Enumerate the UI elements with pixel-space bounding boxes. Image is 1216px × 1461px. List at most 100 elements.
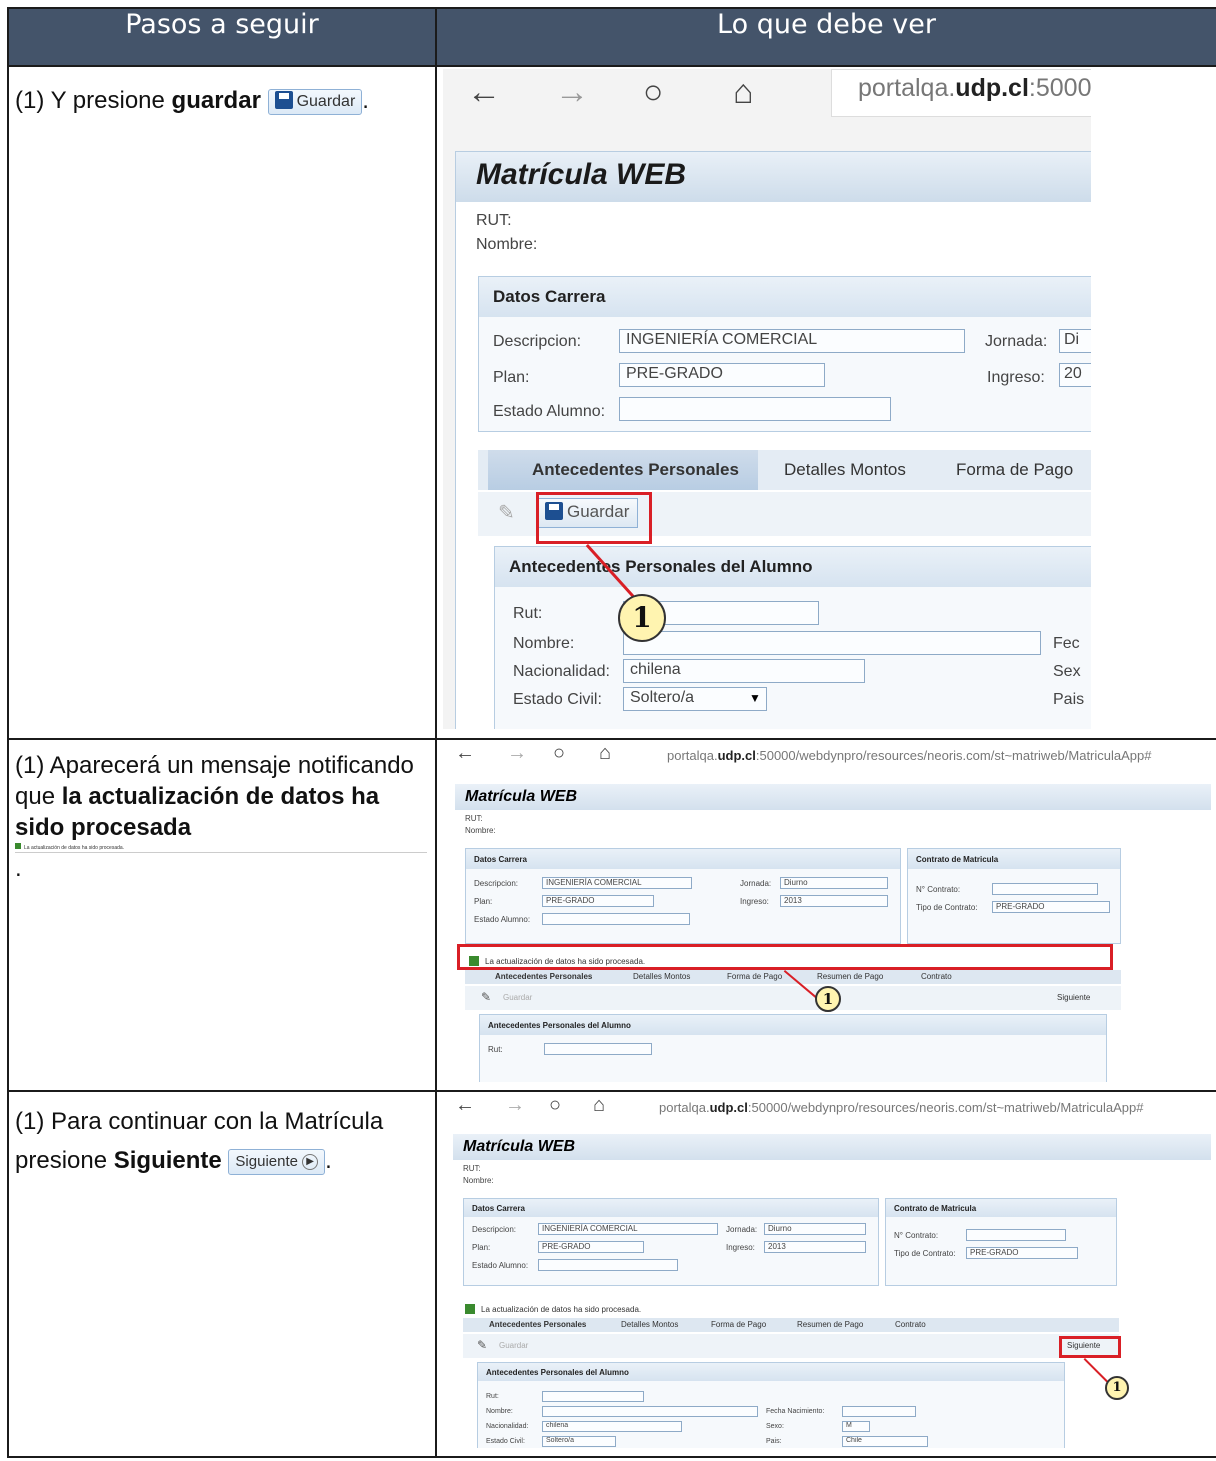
n-contrato-field[interactable] <box>992 883 1098 895</box>
siguiente-button[interactable]: Siguiente <box>1057 993 1090 1002</box>
reload-icon[interactable]: ○ <box>553 742 565 765</box>
guardar-button[interactable]: Guardar <box>503 993 532 1002</box>
estado-civil-label: Estado Civil: <box>486 1438 525 1445</box>
ingreso-field[interactable]: 2013 <box>764 1241 866 1253</box>
back-arrow-icon[interactable]: ← <box>467 73 501 112</box>
descripcion-field[interactable]: INGENIERÍA COMERCIAL <box>538 1223 718 1235</box>
tipo-contrato-label: Tipo de Contrato: <box>916 903 978 912</box>
tab-detalles-montos[interactable]: Detalles Montos <box>633 972 690 981</box>
back-arrow-icon[interactable]: ← <box>455 1094 475 1117</box>
datos-carrera-panel: Datos Carrera Descripcion: INGENIERÍA CO… <box>465 848 901 944</box>
nacionalidad-field[interactable]: chilena <box>623 659 865 683</box>
estado-alumno-field[interactable] <box>538 1259 678 1271</box>
descripcion-field[interactable]: INGENIERÍA COMERCIAL <box>542 877 692 889</box>
reload-icon[interactable]: ○ <box>643 73 664 112</box>
siguiente-inline-button: Siguiente ▶ <box>228 1148 326 1175</box>
tab-forma-de-pago[interactable]: Forma de Pago <box>727 972 782 981</box>
tab-antecedentes-personales[interactable]: Antecedentes Personales <box>489 1320 586 1329</box>
guardar-inline-label: Guardar <box>296 92 356 110</box>
ingreso-field[interactable]: 20 <box>1059 363 1091 387</box>
sexo-field[interactable]: M <box>842 1421 870 1432</box>
plan-field[interactable]: PRE-GRADO <box>542 895 654 907</box>
datos-carrera-title: Datos Carrera <box>479 277 1091 317</box>
plan-label: Plan: <box>472 1243 491 1252</box>
descripcion-field[interactable]: INGENIERÍA COMERCIAL <box>619 329 965 353</box>
ingreso-label: Ingreso: <box>726 1243 755 1252</box>
antecedentes-panel-title: Antecedentes Personales del Alumno <box>480 1015 1106 1035</box>
rut-field[interactable] <box>544 1043 652 1055</box>
tab-contrato[interactable]: Contrato <box>895 1320 926 1329</box>
estado-alumno-field[interactable] <box>619 397 891 421</box>
rut-label: RUT: <box>465 814 483 823</box>
rut-field[interactable] <box>542 1391 644 1402</box>
forward-arrow-icon[interactable]: → <box>507 742 527 765</box>
datos-carrera-title: Datos Carrera <box>464 1199 878 1217</box>
url-tail: :50000/webdynpro/resources/neoris.com/st… <box>755 748 1152 763</box>
tab-strip: Antecedentes Personales Detalles Montos … <box>463 1318 1119 1332</box>
step2-dot: . <box>15 855 22 882</box>
pencil-icon[interactable]: ✎ <box>481 990 491 1004</box>
contrato-title: Contrato de Matricula <box>886 1199 1116 1217</box>
jornada-field[interactable]: Di <box>1059 329 1091 353</box>
fecha-nacimiento-field[interactable] <box>842 1406 916 1417</box>
jornada-label: Jornada: <box>726 1225 758 1234</box>
step3-instruction: (1) Para continuar con la Matrícula pres… <box>7 1090 437 1458</box>
rut-field-label: Rut: <box>486 1393 499 1400</box>
tab-strip: Antecedentes Personales Detalles Montos … <box>478 450 1091 490</box>
nombre-label: Nombre: <box>463 1176 494 1185</box>
ingreso-field[interactable]: 2013 <box>780 895 888 907</box>
n-contrato-field[interactable] <box>966 1229 1066 1241</box>
forward-arrow-icon[interactable]: → <box>505 1094 525 1117</box>
tab-detalles-montos[interactable]: Detalles Montos <box>784 460 906 480</box>
step1-period: . <box>362 87 369 114</box>
jornada-field[interactable]: Diurno <box>764 1223 866 1235</box>
estado-alumno-label: Estado Alumno: <box>493 403 606 420</box>
tab-contrato[interactable]: Contrato <box>921 972 952 981</box>
plan-field[interactable]: PRE-GRADO <box>619 363 825 387</box>
tipo-contrato-field[interactable]: PRE-GRADO <box>992 901 1110 913</box>
url-tail: :5000 <box>1028 74 1091 102</box>
estado-civil-select[interactable]: Soltero/a <box>542 1436 616 1447</box>
jornada-field[interactable]: Diurno <box>780 877 888 889</box>
estado-civil-select[interactable]: Soltero/a <box>623 687 767 711</box>
pencil-icon[interactable]: ✎ <box>498 500 515 525</box>
url-bar[interactable]: portalqa.udp.cl:50000/webdynpro/resource… <box>659 1100 1144 1115</box>
plan-field[interactable]: PRE-GRADO <box>538 1241 644 1253</box>
estado-civil-label: Estado Civil: <box>513 691 602 708</box>
check-icon <box>465 1304 475 1314</box>
reload-icon[interactable]: ○ <box>549 1094 561 1117</box>
tab-antecedentes-personales[interactable]: Antecedentes Personales <box>488 450 758 490</box>
home-icon[interactable]: ⌂ <box>593 1094 605 1117</box>
guardar-button[interactable]: Guardar <box>499 1341 528 1350</box>
nacionalidad-field[interactable]: chilena <box>542 1421 682 1432</box>
tab-forma-de-pago[interactable]: Forma de Pago <box>711 1320 766 1329</box>
url-bar[interactable]: portalqa.udp.cl:5000 <box>831 69 1091 117</box>
siguiente-inline-label: Siguiente <box>235 1152 298 1170</box>
antecedentes-panel: Antecedentes Personales del Alumno Rut: <box>479 1014 1107 1082</box>
guardar-inline-button: Guardar <box>267 88 363 115</box>
nombre-field[interactable] <box>542 1406 758 1417</box>
n-contrato-label: N° Contrato: <box>916 885 961 894</box>
nacionalidad-label: Nacionalidad: <box>513 663 610 680</box>
home-icon[interactable]: ⌂ <box>599 742 611 765</box>
tab-detalles-montos[interactable]: Detalles Montos <box>621 1320 678 1329</box>
tab-antecedentes-personales[interactable]: Antecedentes Personales <box>495 972 592 981</box>
plan-label: Plan: <box>493 369 530 386</box>
contrato-title: Contrato de Matricula <box>908 849 1120 869</box>
step1-instruction: (1) Y presione guardar Guardar. <box>7 65 437 740</box>
tab-resumen-de-pago[interactable]: Resumen de Pago <box>797 1320 863 1329</box>
tab-forma-de-pago[interactable]: Forma de Pago <box>956 460 1073 480</box>
sap-window: Matrícula WEB RUT: Nombre: Datos Carrera… <box>455 784 1211 1082</box>
tipo-contrato-field[interactable]: PRE-GRADO <box>966 1247 1078 1259</box>
estado-alumno-field[interactable] <box>542 913 690 925</box>
url-bar[interactable]: portalqa.udp.cl:50000/webdynpro/resource… <box>667 748 1152 763</box>
page: { "header": { "col_left": "Pasos a segui… <box>0 0 1216 1461</box>
tab-resumen-de-pago[interactable]: Resumen de Pago <box>817 972 883 981</box>
forward-arrow-icon[interactable]: → <box>555 73 589 112</box>
pais-field[interactable]: Chile <box>842 1436 928 1447</box>
nombre-field[interactable] <box>623 631 1041 655</box>
home-icon[interactable]: ⌂ <box>733 73 754 112</box>
pencil-icon[interactable]: ✎ <box>477 1338 487 1352</box>
url-host: portalqa. <box>659 1100 710 1115</box>
back-arrow-icon[interactable]: ← <box>455 742 475 765</box>
